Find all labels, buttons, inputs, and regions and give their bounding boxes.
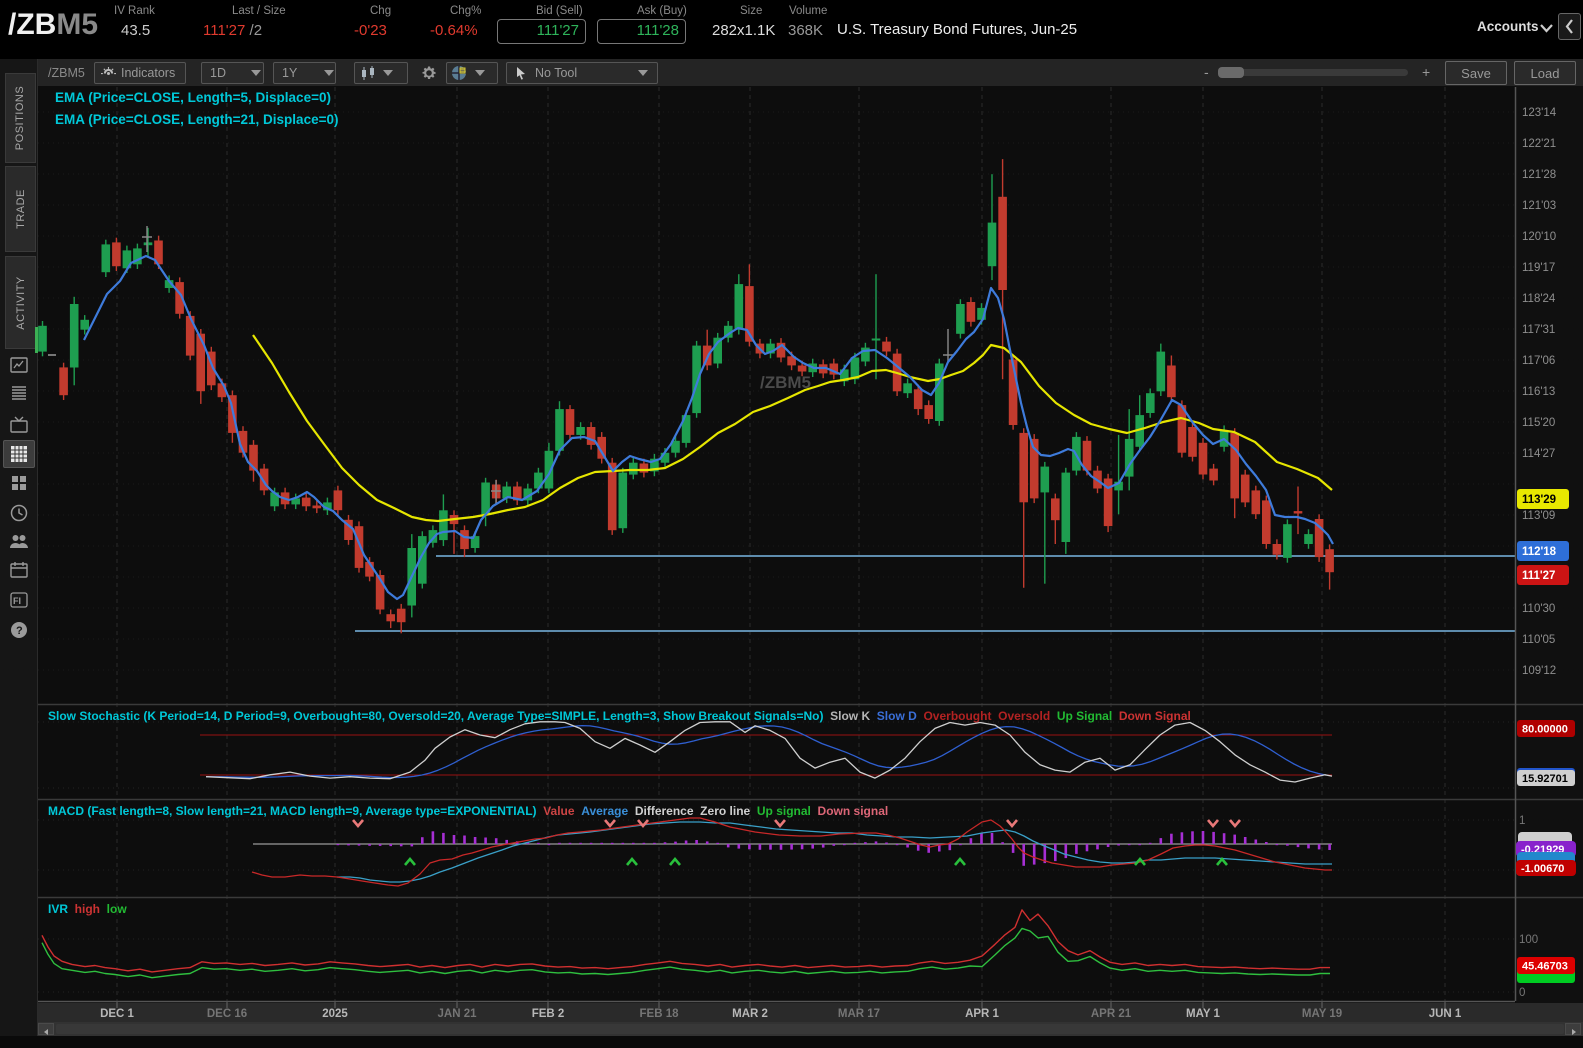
svg-text:DEC 16: DEC 16 [207, 1008, 247, 1020]
svg-text:MACD (Fast length=8, Slow leng: MACD (Fast length=8, Slow length=21, MAC… [48, 804, 888, 818]
svg-text:120'10: 120'10 [1522, 231, 1556, 243]
svg-text:116'13: 116'13 [1522, 386, 1555, 398]
svg-text:110'30: 110'30 [1522, 603, 1555, 615]
svg-text:-1.00670: -1.00670 [1521, 863, 1564, 875]
svg-text:MAY 19: MAY 19 [1302, 1008, 1342, 1020]
svg-text:117'06: 117'06 [1522, 355, 1555, 367]
svg-text:0: 0 [1519, 987, 1525, 999]
svg-text:123'14: 123'14 [1522, 107, 1557, 119]
svg-text:EMA (Price=CLOSE, Length=5, Di: EMA (Price=CLOSE, Length=5, Displace=0) [55, 90, 331, 105]
svg-text:FEB 18: FEB 18 [640, 1008, 680, 1020]
svg-text:APR 1: APR 1 [965, 1008, 999, 1020]
svg-text:2025: 2025 [322, 1008, 348, 1020]
svg-text:109'12: 109'12 [1522, 665, 1556, 677]
svg-text:MAY 1: MAY 1 [1186, 1008, 1220, 1020]
svg-text:115'20: 115'20 [1522, 417, 1555, 429]
svg-text:15.92701: 15.92701 [1522, 773, 1568, 785]
svg-text:?: ? [16, 625, 23, 637]
svg-text:117'31: 117'31 [1522, 324, 1555, 336]
svg-text:DEC 1: DEC 1 [100, 1008, 134, 1020]
svg-text:EMA (Price=CLOSE, Length=21, D: EMA (Price=CLOSE, Length=21, Displace=0) [55, 112, 338, 127]
svg-text:114'27: 114'27 [1522, 448, 1555, 460]
svg-text:118'24: 118'24 [1522, 293, 1556, 305]
svg-text:FEB 2: FEB 2 [532, 1008, 565, 1020]
svg-text:45.46703: 45.46703 [1522, 961, 1568, 973]
svg-text:APR 21: APR 21 [1091, 1008, 1132, 1020]
svg-text:FI: FI [13, 596, 21, 606]
svg-text:1: 1 [1519, 815, 1525, 827]
svg-text:112'18: 112'18 [1522, 546, 1557, 558]
svg-text:/ZBM5: /ZBM5 [760, 373, 811, 392]
svg-text:JAN 21: JAN 21 [438, 1008, 478, 1020]
svg-text:Slow Stochastic (K Period=14,: Slow Stochastic (K Period=14, D Period=9… [48, 709, 1191, 723]
svg-text:121'03: 121'03 [1522, 200, 1556, 212]
svg-text:IVR high low: IVR high low [48, 902, 127, 916]
svg-text:80.00000: 80.00000 [1522, 724, 1568, 736]
svg-text:121'28: 121'28 [1522, 169, 1556, 181]
svg-text:122'21: 122'21 [1522, 138, 1556, 150]
svg-text:100: 100 [1519, 934, 1538, 946]
svg-text:119'17: 119'17 [1522, 262, 1555, 274]
svg-text:MAR 2: MAR 2 [732, 1008, 768, 1020]
svg-text:JUN 1: JUN 1 [1429, 1008, 1462, 1020]
svg-text:113'09: 113'09 [1522, 510, 1555, 522]
svg-text:111'27: 111'27 [1522, 570, 1555, 582]
svg-text:113'29: 113'29 [1522, 494, 1556, 506]
svg-text:110'05: 110'05 [1522, 634, 1555, 646]
svg-text:MAR 17: MAR 17 [838, 1008, 880, 1020]
